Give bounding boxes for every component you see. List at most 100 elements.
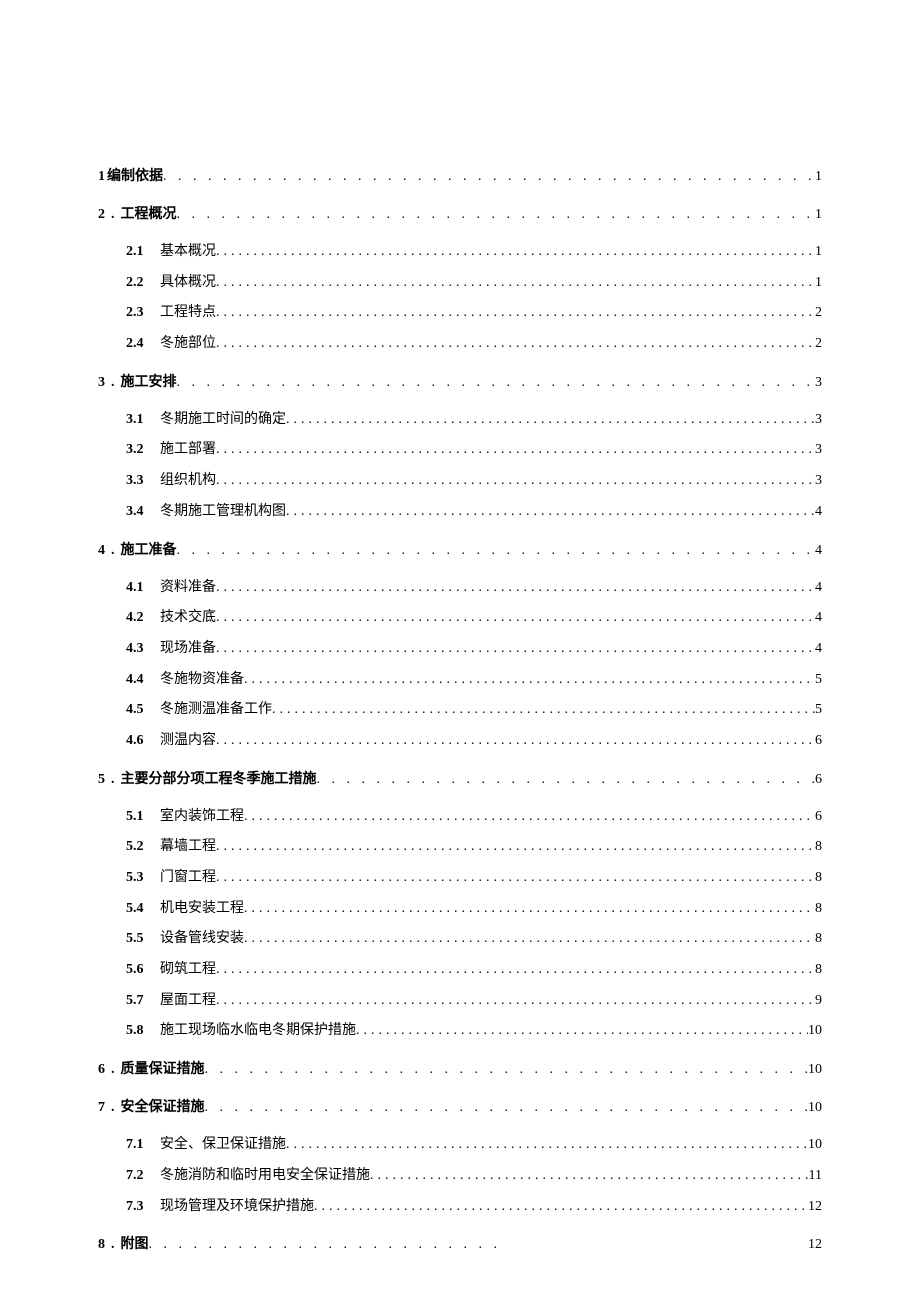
- toc-number: 2.1: [126, 241, 148, 263]
- toc-title: 施工部署: [160, 439, 216, 461]
- toc-title: 组织机构: [160, 470, 216, 492]
- toc-page-number: 12: [808, 1196, 822, 1218]
- toc-number: 5.1: [126, 806, 148, 828]
- toc-page-number: 8: [815, 898, 822, 920]
- toc-level1-entry[interactable]: 2.工程概况. . . . . . . . . . . . . . . . . …: [98, 203, 822, 223]
- toc-page-number: 10: [808, 1100, 822, 1116]
- toc-level2-entry[interactable]: 5.7屋面工程.................................…: [98, 990, 822, 1012]
- toc-level2-entry[interactable]: 7.2冬施消防和临时用电安全保证措施......................…: [98, 1165, 822, 1187]
- toc-level1-entry[interactable]: 4.施工准备. . . . . . . . . . . . . . . . . …: [98, 539, 822, 559]
- toc-dot-sep: .: [111, 207, 115, 223]
- toc-page-number: 4: [815, 577, 822, 599]
- toc-dot-sep: .: [111, 543, 115, 559]
- toc-title: 施工安排: [121, 371, 177, 391]
- toc-level2-entry[interactable]: 4.2技术交底.................................…: [98, 607, 822, 629]
- toc-leader-dots: ........................................…: [286, 1134, 808, 1156]
- toc-leader-dots: ........................................…: [216, 836, 815, 858]
- toc-number: 7.1: [126, 1134, 148, 1156]
- toc-level2-entry[interactable]: 4.3现场准备.................................…: [98, 638, 822, 660]
- toc-number: 5: [98, 772, 105, 788]
- toc-title: 现场管理及环境保护措施: [160, 1196, 314, 1218]
- toc-dot-sep: .: [111, 772, 115, 788]
- toc-leader-dots: ........................................…: [244, 898, 815, 920]
- toc-level2-entry[interactable]: 3.4冬期施工管理机构图............................…: [98, 501, 822, 523]
- toc-leader-dots: ........................................…: [216, 577, 815, 599]
- toc-title: 冬施消防和临时用电安全保证措施: [160, 1165, 370, 1187]
- toc-level2-entry[interactable]: 3.2施工部署.................................…: [98, 439, 822, 461]
- toc-level2-entry[interactable]: 5.4机电安装工程...............................…: [98, 898, 822, 920]
- toc-title: 安全保证措施: [121, 1096, 205, 1116]
- toc-number: 4.3: [126, 638, 148, 660]
- toc-level2-entry[interactable]: 4.6测温内容.................................…: [98, 730, 822, 752]
- toc-level1-entry[interactable]: 7.安全保证措施. . . . . . . . . . . . . . . . …: [98, 1096, 822, 1116]
- toc-level2-entry[interactable]: 3.3组织机构.................................…: [98, 470, 822, 492]
- toc-leader-dots: ........................................…: [244, 928, 815, 950]
- toc-level2-entry[interactable]: 5.2 幕墙工程.................................…: [98, 836, 822, 858]
- toc-level1-entry[interactable]: 3.施工安排. . . . . . . . . . . . . . . . . …: [98, 371, 822, 391]
- toc-level1-entry[interactable]: 5.主要分部分项工程冬季施工措施. . . . . . . . . . . . …: [98, 768, 822, 788]
- toc-level2-entry[interactable]: 7.3现场管理及环境保护措施..........................…: [98, 1196, 822, 1218]
- toc-title: 幕墙工程: [160, 836, 216, 858]
- toc-leader-dots: ........................................…: [286, 409, 815, 431]
- toc-number: 4.1: [126, 577, 148, 599]
- toc-section: 2.工程概况. . . . . . . . . . . . . . . . . …: [98, 203, 822, 355]
- toc-leader-dots: ........................................…: [216, 302, 815, 324]
- toc-leader-dots: . . . . . . . . . . . . . . . . . . . . …: [163, 169, 815, 185]
- toc-level2-entry[interactable]: 2.3工程特点.................................…: [98, 302, 822, 324]
- toc-number: 3.4: [126, 501, 148, 523]
- toc-page-number: 5: [815, 669, 822, 691]
- toc-title: 主要分部分项工程冬季施工措施: [121, 768, 317, 788]
- toc-leader-dots: ........................................…: [216, 439, 815, 461]
- table-of-contents: 1编制依据. . . . . . . . . . . . . . . . . .…: [98, 165, 822, 1253]
- toc-number: 3: [98, 375, 105, 391]
- toc-page-number: 3: [815, 439, 822, 461]
- toc-level2-entry[interactable]: 4.1 资料准备.................................…: [98, 577, 822, 599]
- toc-level2-entry[interactable]: 5.8施工现场临水临电冬期保护措施.......................…: [98, 1020, 822, 1042]
- toc-leader-dots: ........................................…: [244, 806, 815, 828]
- toc-leader-dots: ........................................…: [216, 241, 815, 263]
- toc-leader-dots: . . . . . . . . . . . . . . . . . . . . …: [205, 1062, 809, 1078]
- toc-sub-group: 7.1 安全、保卫保证措施............................…: [98, 1134, 822, 1217]
- toc-title: 基本概况: [160, 241, 216, 263]
- toc-level1-entry[interactable]: 6. 质量保证措施. . . . . . . . . . . . . . . . …: [98, 1058, 822, 1078]
- toc-level2-entry[interactable]: 5.3门窗工程.................................…: [98, 867, 822, 889]
- toc-number: 7: [98, 1100, 105, 1116]
- toc-page-number: 8: [815, 959, 822, 981]
- toc-level2-entry[interactable]: 5.1室内装饰工程...............................…: [98, 806, 822, 828]
- toc-leader-dots: ........................................…: [216, 867, 815, 889]
- toc-number: 2: [98, 207, 105, 223]
- toc-level2-entry[interactable]: 2.4冬施部位.................................…: [98, 333, 822, 355]
- toc-title: 资料准备: [160, 577, 216, 599]
- toc-number: 6: [98, 1062, 105, 1078]
- toc-title: 冬期施工时间的确定: [160, 409, 286, 431]
- toc-level1-entry[interactable]: 1编制依据. . . . . . . . . . . . . . . . . .…: [98, 165, 822, 185]
- toc-number: 5.2: [126, 836, 148, 858]
- toc-level2-entry[interactable]: 3.1冬期施工时间的确定............................…: [98, 409, 822, 431]
- toc-level2-entry[interactable]: 5.5设备管线安装...............................…: [98, 928, 822, 950]
- toc-level2-entry[interactable]: 2.1 基本概况.................................…: [98, 241, 822, 263]
- toc-page-number: 1: [815, 207, 822, 223]
- toc-dot-sep: .: [111, 1062, 115, 1078]
- toc-page-number: 10: [808, 1020, 822, 1042]
- toc-number: 4.2: [126, 607, 148, 629]
- toc-page-number: 6: [815, 806, 822, 828]
- toc-leader-dots: ........................................…: [216, 990, 815, 1012]
- toc-leader-dots: ........................................…: [216, 470, 815, 492]
- toc-page-number: 2: [815, 302, 822, 324]
- toc-level2-entry[interactable]: 5.6砌筑工程.................................…: [98, 959, 822, 981]
- toc-title: 技术交底: [160, 607, 216, 629]
- toc-leader-dots: ........................................…: [216, 730, 815, 752]
- toc-level2-entry[interactable]: 2.2具体概况.................................…: [98, 272, 822, 294]
- toc-level2-entry[interactable]: 4.4冬施物资准备...............................…: [98, 669, 822, 691]
- toc-title: 机电安装工程: [160, 898, 244, 920]
- toc-title: 工程特点: [160, 302, 216, 324]
- toc-dot-sep: .: [111, 1237, 115, 1253]
- toc-title: 质量保证措施: [121, 1058, 205, 1078]
- toc-level2-entry[interactable]: 4.5冬施测温准备工作.............................…: [98, 699, 822, 721]
- toc-page-number: 4: [815, 607, 822, 629]
- toc-title: 安全、保卫保证措施: [160, 1134, 286, 1156]
- toc-level1-entry[interactable]: 8.附图. . . . . . . . . . . . . . . . . . …: [98, 1233, 822, 1253]
- toc-level2-entry[interactable]: 7.1 安全、保卫保证措施............................…: [98, 1134, 822, 1156]
- toc-leader-dots: ........................................…: [216, 333, 815, 355]
- toc-title: 冬施测温准备工作: [160, 699, 272, 721]
